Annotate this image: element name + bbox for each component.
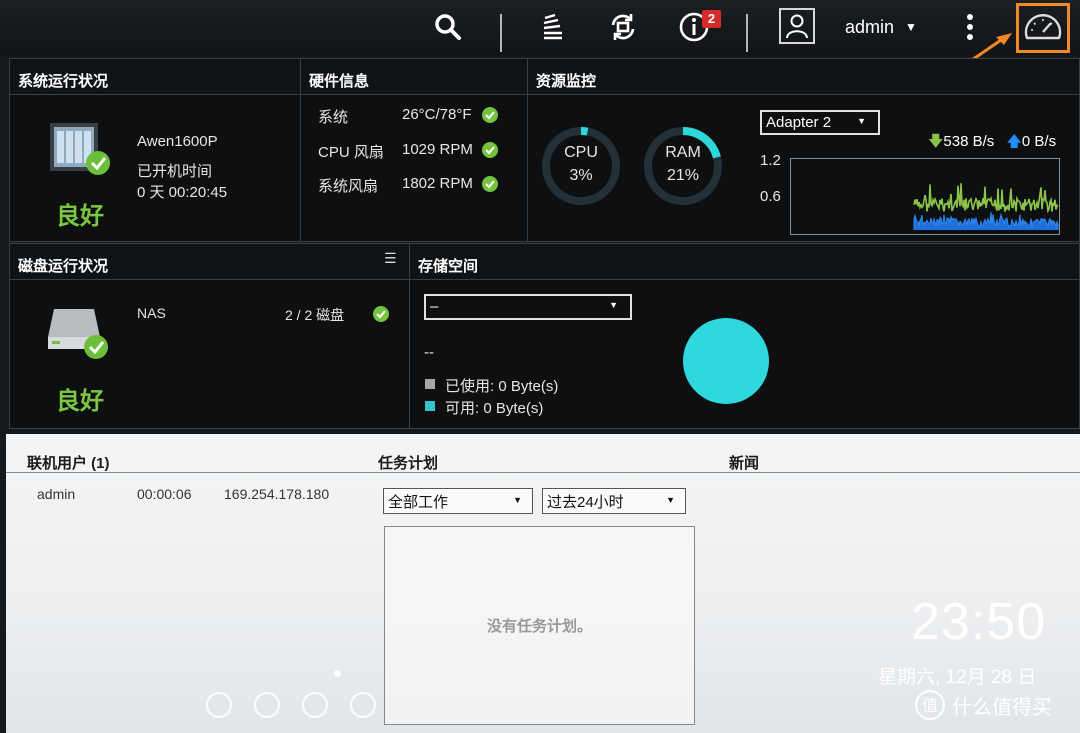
divider [6, 472, 1080, 473]
task-filter-select[interactable]: 全部工作 ▼ [383, 488, 533, 514]
task-empty-text: 没有任务计划。 [486, 618, 592, 635]
network-chart [790, 158, 1060, 235]
hw-label-sys-fan: 系统风扇 [318, 178, 379, 195]
system-status-panel: 系统运行状况 良好 Awen1600P 已开机时间 0 天 00:20:45 [9, 58, 301, 242]
check-icon [482, 176, 498, 192]
upload-arrow-icon: 🡅 [1006, 133, 1022, 150]
cpu-label: CPU [564, 144, 598, 161]
pause-icon[interactable] [302, 692, 328, 718]
uptime-value: 0 天 00:20:45 [137, 184, 228, 201]
disk-drive-icon [48, 309, 108, 359]
adapter-select[interactable]: Adapter 2 ▼ [760, 110, 880, 135]
panel-title: 系统运行状况 [10, 59, 300, 95]
check-icon [482, 107, 498, 123]
ram-label: RAM [665, 144, 701, 161]
storage-panel: 存储空间 – ▼ -- 已使用: 0 Byte(s) 可用: 0 Byte(s) [409, 243, 1080, 429]
task-range-value: 过去24小时 [547, 494, 624, 511]
search-icon[interactable] [430, 9, 466, 45]
chevron-down-icon: ▼ [666, 495, 675, 505]
clock-time: 23:50 [911, 593, 1047, 651]
chart-y-mid: 0.6 [760, 188, 781, 205]
chevron-down-icon: ▼ [609, 300, 618, 310]
hw-value-cpu-fan: 1029 RPM [402, 141, 473, 158]
legend-free-swatch [425, 401, 435, 411]
storage-free: 可用: 0 Byte(s) [445, 400, 544, 417]
disk-status-text: 良好 [56, 388, 104, 415]
clock-date: 星期六, 12月 28 日 [878, 667, 1037, 688]
task-filter-value: 全部工作 [388, 494, 449, 511]
user-avatar[interactable] [779, 8, 815, 44]
legend-used-swatch [425, 379, 435, 389]
help-icon[interactable] [206, 692, 232, 718]
hw-label-system: 系统 [318, 109, 349, 126]
uptime-label: 已开机时间 [137, 163, 213, 180]
search-icon[interactable] [254, 692, 280, 718]
notification-badge: 2 [702, 10, 721, 28]
online-user-name: admin [37, 486, 76, 502]
hw-value-system: 26°C/78°F [402, 106, 472, 123]
svg-text:值: 值 [922, 696, 938, 715]
network-rates: 🡇538 B/s 🡅0 B/s [928, 131, 1056, 156]
online-user-ip: 169.254.178.180 [224, 486, 330, 502]
panel-title: 磁盘运行状况 [10, 244, 409, 280]
user-icon [786, 14, 808, 39]
hw-label-cpu-fan: CPU 风扇 [318, 144, 384, 161]
download-arrow-icon: 🡇 [928, 133, 944, 150]
sync-icon[interactable] [605, 9, 641, 45]
dashboard-gauge-icon [1024, 14, 1062, 40]
ram-value: 21% [666, 167, 700, 184]
volume-name: -- [424, 344, 434, 361]
user-menu-name[interactable]: admin [845, 17, 894, 38]
dashboard-button[interactable] [1016, 3, 1070, 53]
watermark-text: 什么值得买 [952, 696, 1052, 719]
device-name: Awen1600P [137, 133, 218, 150]
system-status-text: 良好 [56, 203, 104, 230]
panel-title: 存储空间 [410, 244, 1079, 280]
watermark: 值 什么值得买 [914, 689, 1052, 721]
upload-rate: 0 B/s [1021, 133, 1057, 150]
disk-count: 2 / 2 磁盘 [285, 307, 345, 323]
online-user-duration: 00:00:06 [137, 486, 192, 502]
storage-pie-chart [683, 318, 769, 404]
volume-select-value: – [430, 298, 439, 315]
task-range-select[interactable]: 过去24小时 ▼ [542, 488, 686, 514]
list-icon[interactable]: ☰ [384, 250, 397, 267]
chevron-down-icon[interactable]: ▼ [905, 20, 917, 34]
tasks-title: 任务计划 [378, 455, 439, 472]
check-icon [373, 306, 389, 322]
edit-icon[interactable] [350, 692, 376, 718]
adapter-select-value: Adapter 2 [766, 114, 832, 131]
chart-y-top: 1.2 [760, 152, 781, 169]
online-users-title: 联机用户 (1) [27, 455, 110, 472]
top-bar: 2 admin ▼ [0, 0, 1080, 77]
chevron-down-icon: ▼ [513, 495, 522, 505]
hw-value-sys-fan: 1802 RPM [402, 175, 473, 192]
page-dot[interactable] [334, 670, 341, 677]
news-title: 新闻 [729, 455, 760, 472]
chevron-down-icon: ▼ [857, 116, 866, 126]
cpu-value: 3% [569, 167, 593, 184]
bottom-widgets: 联机用户 (1) 任务计划 新闻 admin 00:00:06 169.254.… [6, 434, 1080, 733]
watermark-logo-icon: 值 [915, 690, 945, 720]
panel-title: 硬件信息 [301, 59, 527, 95]
volume-select[interactable]: – ▼ [424, 294, 632, 320]
panel-title: 资源监控 [528, 59, 1079, 95]
toolbar-divider [500, 14, 502, 52]
download-rate: 538 B/s [943, 133, 995, 150]
disk-group-name: NAS [137, 305, 166, 321]
check-icon [482, 142, 498, 158]
hardware-panel: 硬件信息 系统 26°C/78°F CPU 风扇 1029 RPM 系统风扇 1… [300, 58, 528, 242]
toolbar-divider [746, 14, 748, 52]
resource-monitor-panel: 资源监控 CPU 3% RAM 21% Adapter 2 ▼ 🡇538 B/s … [527, 58, 1080, 242]
nas-device-icon [50, 123, 110, 175]
task-list: 没有任务计划。 [384, 526, 695, 725]
task-stack-icon[interactable] [535, 9, 571, 45]
disk-status-panel: 磁盘运行状况 ☰ 良好 NAS 2 / 2 磁盘 [9, 243, 410, 429]
storage-used: 已使用: 0 Byte(s) [445, 378, 559, 395]
